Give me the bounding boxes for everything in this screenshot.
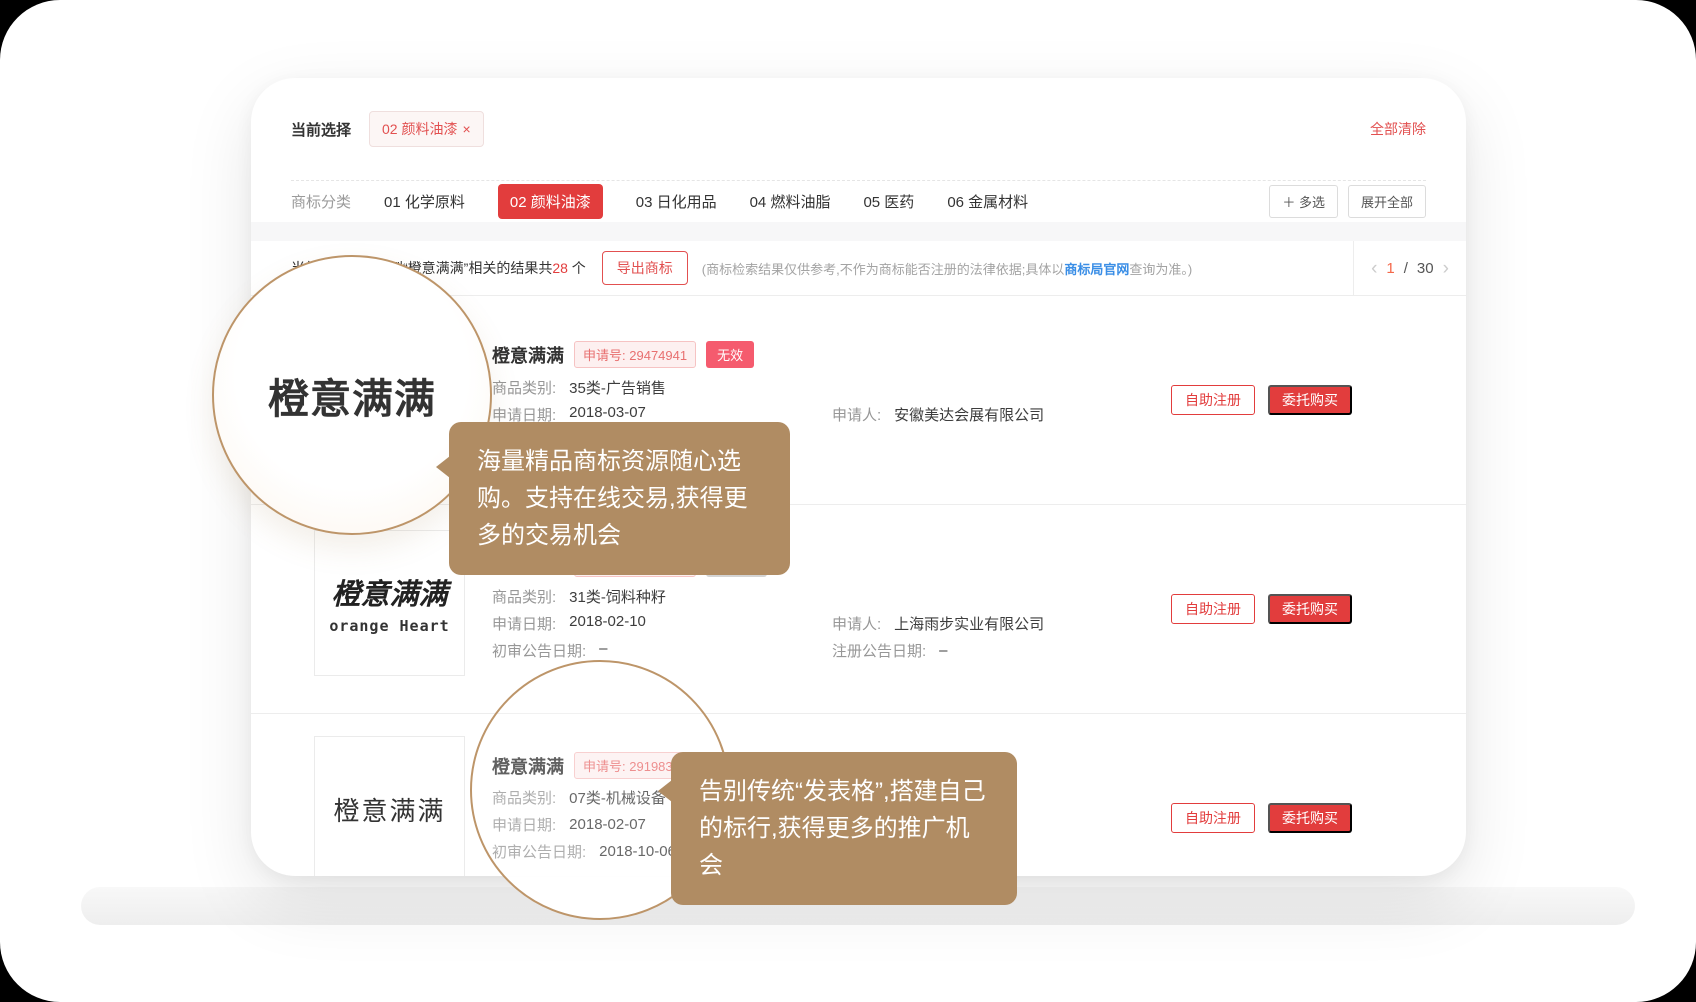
total-pages: 30 <box>1417 260 1434 277</box>
applicant-value: 安徽美达会展有限公司 <box>894 404 1044 425</box>
self-register-button[interactable]: 自助注册 <box>1171 385 1255 415</box>
apply-date-value: 2018-02-10 <box>569 613 646 634</box>
tooltip-marketplace: 海量精品商标资源随心选购。支持在线交易,获得更多的交易机会 <box>449 422 790 575</box>
trademark-image-text: 橙意满满 <box>331 571 447 613</box>
results-count: 28 <box>552 260 568 276</box>
application-number-badge: 申请号: 29474941 <box>574 341 696 368</box>
category-item-02-selected[interactable]: 02 颜料油漆 <box>498 184 603 219</box>
current-selection-label: 当前选择 <box>291 119 351 140</box>
first-publication-label: 初审公告日期: <box>492 640 586 661</box>
self-register-button[interactable]: 自助注册 <box>1171 803 1255 833</box>
category-field-value: 35类-广告销售 <box>569 377 666 398</box>
category-item-05[interactable]: 05 医药 <box>863 191 914 212</box>
next-page-icon[interactable]: › <box>1443 259 1449 278</box>
page: 当前选择 02 颜料油漆 × 全部清除 商标分类 01 化学原料 02 颜料油漆… <box>0 0 1696 1002</box>
selected-filter-tag[interactable]: 02 颜料油漆 × <box>369 111 484 147</box>
applicant-label: 申请人: <box>832 613 881 634</box>
classification-bar: 商标分类 01 化学原料 02 颜料油漆 03 日化用品 04 燃料油脂 05 … <box>291 181 1426 222</box>
magnified-trademark-text: 橙意满满 <box>268 365 436 425</box>
selected-filter-tag-label: 02 颜料油漆 <box>382 119 457 139</box>
prev-page-icon[interactable]: ‹ <box>1371 259 1377 278</box>
tooltip-promotion: 告别传统“发表格”,搭建自己的标行,获得更多的推广机会 <box>671 752 1017 905</box>
first-publication-value: – <box>599 640 607 661</box>
trademark-office-link[interactable]: 商标局官网 <box>1064 262 1129 277</box>
current-page: 1 <box>1386 260 1394 277</box>
multi-select-button[interactable]: ＋ 多选 <box>1269 185 1338 218</box>
results-disclaimer: (商标检索结果仅供参考,不作为商标能否注册的法律依据;具体以商标局官网查询为准。… <box>702 259 1192 278</box>
category-field-value: 31类-饲料种籽 <box>569 586 666 607</box>
applicant-label: 申请人: <box>832 404 881 425</box>
trademark-image: 橙意满满 <box>314 736 465 876</box>
trademark-name[interactable]: 橙意满满 <box>492 342 564 368</box>
entrust-purchase-button[interactable]: 委托购买 <box>1268 385 1352 415</box>
expand-all-button[interactable]: 展开全部 <box>1348 185 1426 218</box>
trademark-image-text: 橙意满满 <box>333 791 445 828</box>
category-field-label: 商品类别: <box>492 586 556 607</box>
category-item-04[interactable]: 04 燃料油脂 <box>750 191 831 212</box>
export-trademarks-button[interactable]: 导出商标 <box>602 251 688 285</box>
page-separator: / <box>1404 260 1408 277</box>
trademark-image: 橙意满满 orange Heart <box>314 530 465 676</box>
registration-publication-label: 注册公告日期: <box>832 640 926 661</box>
current-selection-bar: 当前选择 02 颜料油漆 × 全部清除 <box>291 78 1426 181</box>
applicant-value: 上海雨步实业有限公司 <box>894 613 1044 634</box>
category-field-label: 商品类别: <box>492 377 556 398</box>
pagination: ‹ 1 / 30 › <box>1353 241 1466 295</box>
trademark-image-subtext: orange Heart <box>329 617 449 635</box>
disclaimer-text-end: 查询为准。) <box>1129 262 1192 277</box>
category-item-06[interactable]: 06 金属材料 <box>947 191 1028 212</box>
entrust-purchase-button[interactable]: 委托购买 <box>1268 803 1352 833</box>
apply-date-label: 申请日期: <box>492 613 556 634</box>
status-badge: 无效 <box>706 341 754 368</box>
table-row: 橙意满满 orange Heart 橙意满满 申请号: 29482153 已注册… <box>251 505 1466 714</box>
remove-filter-icon[interactable]: × <box>462 122 470 136</box>
category-item-03[interactable]: 03 日化用品 <box>636 191 717 212</box>
self-register-button[interactable]: 自助注册 <box>1171 594 1255 624</box>
entrust-purchase-button[interactable]: 委托购买 <box>1268 594 1352 624</box>
category-item-01[interactable]: 01 化学原料 <box>384 191 465 212</box>
classification-label: 商标分类 <box>291 191 351 212</box>
disclaimer-text: (商标检索结果仅供参考,不作为商标能否注册的法律依据;具体以 <box>702 262 1065 277</box>
section-divider-band <box>251 222 1466 241</box>
clear-all-button[interactable]: 全部清除 <box>1370 119 1426 139</box>
results-count-unit: 个 <box>568 260 586 276</box>
registration-publication-value: – <box>939 642 947 659</box>
